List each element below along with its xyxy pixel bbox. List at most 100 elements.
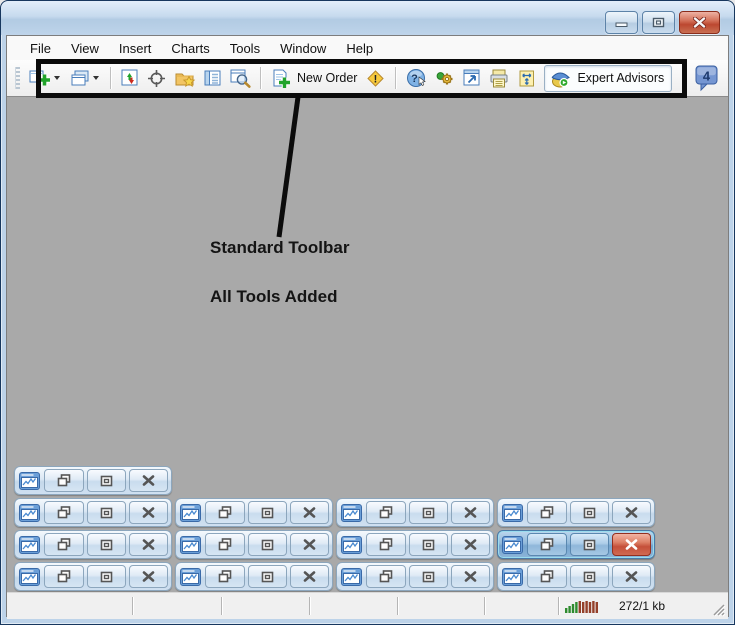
maximize-icon <box>422 539 435 551</box>
menu-tools[interactable]: Tools <box>220 38 270 59</box>
new-order-button[interactable]: New Order <box>268 67 360 90</box>
chart-document-icon <box>180 568 201 586</box>
minimized-chart-window[interactable] <box>336 498 494 527</box>
resize-grip[interactable] <box>712 603 726 617</box>
minimized-chart-window[interactable] <box>497 562 655 591</box>
close-button[interactable] <box>129 565 168 588</box>
restore-button[interactable] <box>366 501 406 524</box>
new-chart-button[interactable] <box>26 67 65 89</box>
restore-button[interactable] <box>44 501 84 524</box>
help-button[interactable]: ? <box>403 66 429 90</box>
close-button[interactable] <box>129 469 168 492</box>
expert-advisors-button[interactable]: Expert Advisors <box>544 65 672 92</box>
menu-window[interactable]: Window <box>270 38 336 59</box>
close-button[interactable] <box>451 501 490 524</box>
window-controls <box>605 11 720 34</box>
restore-button[interactable] <box>366 565 406 588</box>
close-button[interactable] <box>129 501 168 524</box>
minimized-chart-window[interactable] <box>14 562 172 591</box>
maximize-icon <box>652 17 665 28</box>
close-button[interactable] <box>290 501 329 524</box>
restore-button[interactable] <box>527 533 567 556</box>
chart-document-icon <box>341 568 362 586</box>
new-chart-dropdown-caret[interactable] <box>54 76 60 80</box>
notification-badge[interactable]: 4 <box>694 64 720 97</box>
maximize-button[interactable] <box>87 565 126 588</box>
close-button[interactable] <box>612 533 651 556</box>
maximize-button[interactable] <box>87 469 126 492</box>
strategy-tester-icon <box>230 69 251 88</box>
maximize-button[interactable] <box>248 501 287 524</box>
close-button[interactable] <box>129 533 168 556</box>
close-button[interactable] <box>679 11 720 34</box>
close-button[interactable] <box>290 565 329 588</box>
close-button[interactable] <box>612 565 651 588</box>
close-icon <box>303 571 316 582</box>
navigator-button[interactable] <box>171 67 199 90</box>
maximize-button[interactable] <box>570 533 609 556</box>
market-watch-button[interactable] <box>118 67 142 89</box>
minimized-chart-window[interactable] <box>175 530 333 559</box>
profiles-button[interactable] <box>67 67 104 89</box>
restore-button[interactable] <box>44 469 84 492</box>
close-button[interactable] <box>612 501 651 524</box>
close-icon <box>142 539 155 550</box>
strategy-tester-button[interactable] <box>227 67 254 90</box>
menu-charts[interactable]: Charts <box>161 38 219 59</box>
minimized-chart-window[interactable] <box>14 498 172 527</box>
print-icon <box>489 69 509 88</box>
new-order-icon <box>271 69 292 88</box>
minimize-button[interactable] <box>605 11 638 34</box>
restore-button[interactable] <box>205 501 245 524</box>
close-button[interactable] <box>290 533 329 556</box>
profiles-dropdown-caret[interactable] <box>93 76 99 80</box>
toolbar-grip[interactable] <box>15 67 20 89</box>
minimized-chart-window[interactable] <box>175 562 333 591</box>
alerts-button[interactable]: ! <box>362 66 389 91</box>
restore-button[interactable] <box>527 501 567 524</box>
close-button[interactable] <box>451 533 490 556</box>
restore-button[interactable] <box>205 533 245 556</box>
maximize-button[interactable] <box>409 533 448 556</box>
maximize-button[interactable] <box>248 533 287 556</box>
maximize-button[interactable] <box>570 501 609 524</box>
restore-button[interactable] <box>366 533 406 556</box>
restore-button[interactable] <box>44 565 84 588</box>
restore-button[interactable] <box>44 533 84 556</box>
minimized-chart-window[interactable] <box>14 530 172 559</box>
auto-trading-options-button[interactable] <box>431 66 458 90</box>
maximize-button[interactable] <box>409 501 448 524</box>
traffic-counter: 272/1 kb <box>619 599 665 613</box>
menu-insert[interactable]: Insert <box>109 38 162 59</box>
maximize-button[interactable] <box>642 11 675 34</box>
new-chart-icon <box>29 69 51 87</box>
restore-button[interactable] <box>205 565 245 588</box>
minimized-chart-window-active[interactable] <box>497 530 655 559</box>
restore-button[interactable] <box>527 565 567 588</box>
close-button[interactable] <box>451 565 490 588</box>
maximize-button[interactable] <box>570 565 609 588</box>
print-preview-button[interactable] <box>514 67 540 90</box>
menu-view[interactable]: View <box>61 38 109 59</box>
menu-help[interactable]: Help <box>336 38 383 59</box>
maximize-button[interactable] <box>248 565 287 588</box>
full-screen-button[interactable] <box>460 67 484 89</box>
minimized-chart-window[interactable] <box>336 530 494 559</box>
maximize-button[interactable] <box>87 501 126 524</box>
minimized-chart-window[interactable] <box>497 498 655 527</box>
standard-toolbar: New Order ! ? <box>7 60 728 97</box>
maximize-button[interactable] <box>409 565 448 588</box>
minimized-chart-window[interactable] <box>336 562 494 591</box>
data-window-button[interactable] <box>201 67 225 89</box>
maximize-icon <box>100 571 113 583</box>
svg-text:!: ! <box>374 73 378 85</box>
minimized-chart-window[interactable] <box>14 466 172 495</box>
menu-file[interactable]: File <box>20 38 61 59</box>
maximize-button[interactable] <box>87 533 126 556</box>
callout-line <box>7 97 728 257</box>
crosshair-button[interactable] <box>144 67 169 90</box>
title-bar <box>1 1 734 35</box>
minimized-chart-window[interactable] <box>175 498 333 527</box>
print-button[interactable] <box>486 67 512 90</box>
data-window-icon <box>204 69 222 87</box>
